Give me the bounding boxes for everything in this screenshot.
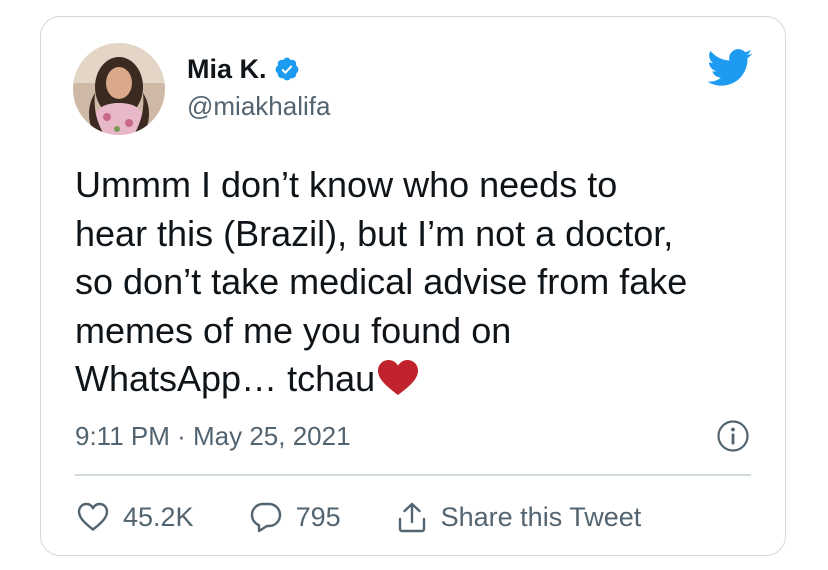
red-heart-emoji-icon xyxy=(377,359,419,397)
tweet-actions: 45.2K 795 Share this Tweet xyxy=(77,499,697,535)
reply-bubble-icon xyxy=(250,502,281,533)
share-icon xyxy=(398,502,425,533)
like-button[interactable]: 45.2K xyxy=(77,502,194,533)
twitter-bird-icon[interactable] xyxy=(707,49,753,87)
info-icon[interactable] xyxy=(717,420,749,452)
like-heart-icon xyxy=(77,502,109,531)
reply-count: 795 xyxy=(295,501,341,532)
avatar[interactable] xyxy=(73,43,165,135)
share-button[interactable]: Share this Tweet xyxy=(397,501,642,533)
tweet-card[interactable]: Mia K. @miakhalifa Ummm I don’t know who… xyxy=(40,16,786,556)
share-label: Share this Tweet xyxy=(440,501,642,532)
tweet-text: Ummm I don’t know who needs to hear this… xyxy=(75,161,765,404)
display-name[interactable]: Mia K. xyxy=(187,53,267,85)
user-name-row[interactable]: Mia K. xyxy=(187,53,300,85)
reply-button[interactable]: 795 xyxy=(250,501,341,533)
user-handle[interactable]: @miakhalifa xyxy=(187,91,330,121)
tweet-timestamp[interactable]: 9:11 PM · May 25, 2021 xyxy=(75,421,351,451)
profile-photo-icon xyxy=(73,43,165,135)
divider xyxy=(75,474,751,476)
like-count: 45.2K xyxy=(123,501,194,532)
verified-badge-icon xyxy=(274,56,300,82)
